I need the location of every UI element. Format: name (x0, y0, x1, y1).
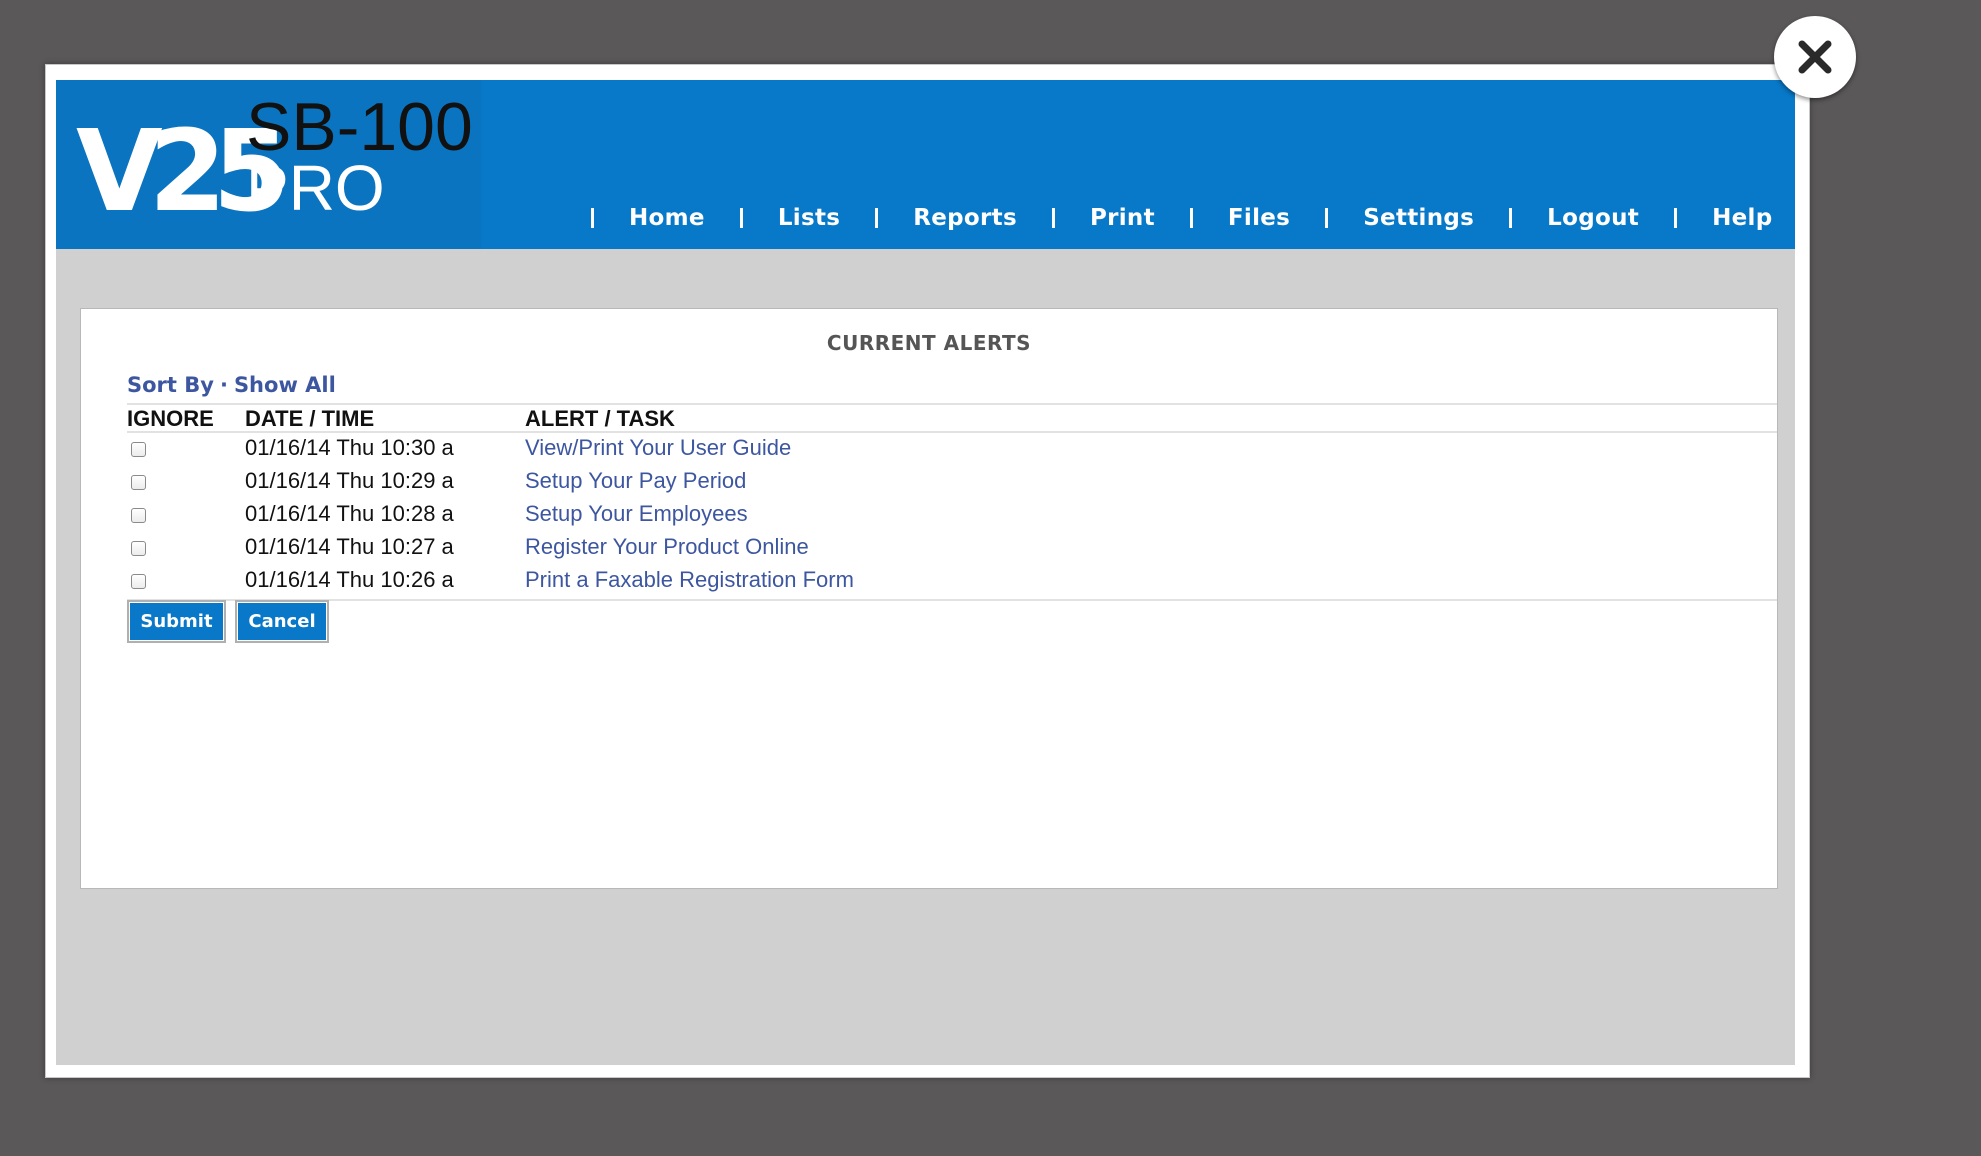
nav-separator (875, 208, 879, 228)
ignore-checkbox[interactable] (131, 508, 146, 523)
sort-by-link[interactable]: Sort By (127, 373, 214, 397)
alerts-modal: V25 SB-100 PRO Home Lists Reports Print … (45, 64, 1810, 1078)
nav-files[interactable]: Files (1228, 205, 1290, 231)
row-datetime: 01/16/14 Thu 10:28 a (245, 501, 454, 526)
sort-separator: · (219, 373, 228, 397)
table-row: 01/16/14 Thu 10:30 a View/Print Your Use… (81, 433, 1777, 466)
nav-home[interactable]: Home (629, 205, 705, 231)
nav-reports[interactable]: Reports (913, 205, 1017, 231)
close-button[interactable] (1774, 16, 1856, 98)
row-task-link[interactable]: Print a Faxable Registration Form (525, 567, 854, 593)
row-datetime: 01/16/14 Thu 10:27 a (245, 534, 454, 559)
ignore-checkbox[interactable] (131, 475, 146, 490)
column-header-task: ALERT / TASK (525, 406, 675, 431)
panel-title: CURRENT ALERTS (826, 331, 1032, 355)
row-task-link[interactable]: View/Print Your User Guide (525, 435, 791, 461)
app-header: V25 SB-100 PRO Home Lists Reports Print … (56, 80, 1795, 249)
close-icon (1798, 40, 1832, 74)
nav-lists[interactable]: Lists (778, 205, 840, 231)
row-task-link[interactable]: Setup Your Employees (525, 501, 748, 527)
nav-separator (739, 208, 743, 228)
nav-separator (1325, 208, 1329, 228)
table-row: 01/16/14 Thu 10:26 a Print a Faxable Reg… (81, 565, 1777, 598)
column-header-ignore: IGNORE (127, 406, 214, 431)
nav-separator (1674, 208, 1678, 228)
logo-line2: PRO (246, 152, 385, 224)
divider (127, 599, 1777, 601)
table-row: 01/16/14 Thu 10:29 a Setup Your Pay Peri… (81, 466, 1777, 499)
nav-separator (591, 208, 594, 228)
row-datetime: 01/16/14 Thu 10:30 a (245, 435, 454, 460)
sort-bar: Sort By · Show All (127, 373, 336, 397)
divider (127, 403, 1777, 405)
table-row: 01/16/14 Thu 10:28 a Setup Your Employee… (81, 499, 1777, 532)
show-all-link[interactable]: Show All (234, 373, 336, 397)
ignore-checkbox[interactable] (131, 541, 146, 556)
modal-body: V25 SB-100 PRO Home Lists Reports Print … (56, 80, 1795, 1065)
app-logo: V25 SB-100 PRO (56, 80, 481, 249)
submit-button[interactable]: Submit (127, 600, 226, 643)
row-datetime: 01/16/14 Thu 10:29 a (245, 468, 454, 493)
nav-help[interactable]: Help (1712, 205, 1772, 231)
row-task-link[interactable]: Register Your Product Online (525, 534, 809, 560)
nav-separator (1051, 208, 1055, 228)
nav-separator (1509, 208, 1513, 228)
table-row: 01/16/14 Thu 10:27 a Register Your Produ… (81, 532, 1777, 565)
main-nav: Home Lists Reports Print Files Settings … (556, 198, 1795, 238)
cancel-button[interactable]: Cancel (235, 600, 329, 643)
ignore-checkbox[interactable] (131, 442, 146, 457)
column-header-datetime: DATE / TIME (245, 406, 375, 431)
nav-settings[interactable]: Settings (1363, 205, 1474, 231)
ignore-checkbox[interactable] (131, 574, 146, 589)
row-task-link[interactable]: Setup Your Pay Period (525, 468, 746, 494)
nav-print[interactable]: Print (1090, 205, 1155, 231)
nav-logout[interactable]: Logout (1547, 205, 1639, 231)
nav-separator (1189, 208, 1193, 228)
alerts-panel: CURRENT ALERTS Sort By · Show All IGNORE D… (80, 308, 1778, 889)
row-datetime: 01/16/14 Thu 10:26 a (245, 567, 454, 592)
